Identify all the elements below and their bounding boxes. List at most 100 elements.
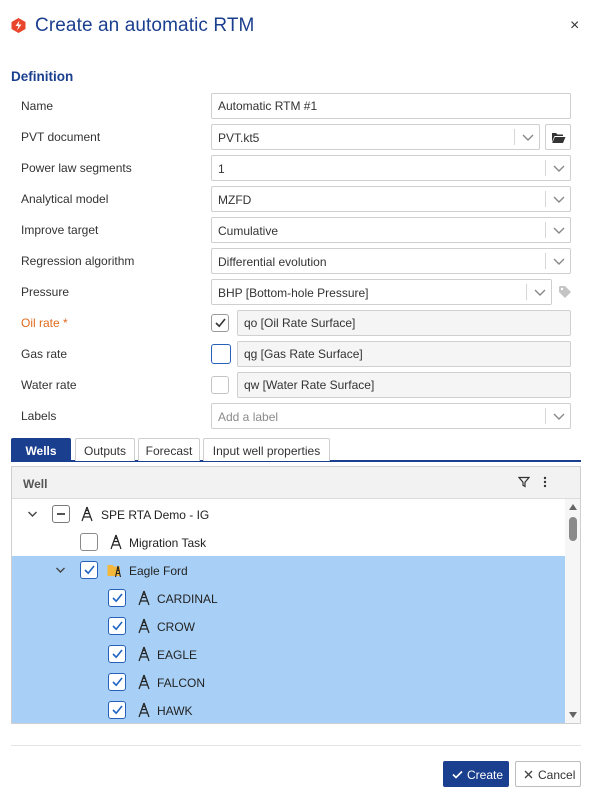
scroll-down-arrow-icon[interactable] [569, 712, 577, 718]
pressure-value: BHP [Bottom-hole Pressure] [218, 286, 369, 300]
checkmark-icon [112, 705, 123, 715]
tree-row-folder[interactable]: Eagle Ford [12, 556, 565, 584]
grid-scrollbar[interactable] [565, 499, 580, 723]
tree-row-project[interactable]: SPE RTA Demo - IG [12, 500, 565, 528]
name-input[interactable]: Automatic RTM #1 [211, 93, 571, 119]
pressure-label: Pressure [21, 285, 70, 299]
oil-rate-field[interactable]: qo [Oil Rate Surface] [237, 310, 571, 336]
tree-checkbox[interactable] [80, 533, 98, 551]
water-rate-label: Water rate [21, 378, 77, 392]
chevron-down-icon [534, 289, 546, 296]
tree-checkbox-checked[interactable] [108, 589, 126, 607]
checkmark-icon [215, 318, 226, 328]
tree-row-well[interactable]: FALCON [12, 668, 565, 696]
checkmark-icon [112, 649, 123, 659]
open-folder-button[interactable] [545, 124, 571, 150]
grid-header: Well [12, 467, 580, 499]
tree-checkbox-checked[interactable] [108, 645, 126, 663]
tree-row-well[interactable]: EAGLE [12, 640, 565, 668]
close-icon [524, 770, 533, 779]
row-regression-algorithm: Regression algorithm Differential evolut… [0, 248, 591, 274]
tree-label: CROW [157, 620, 195, 634]
labels-select[interactable]: Add a label [211, 403, 571, 429]
combo-separator [545, 160, 546, 176]
checkmark-icon [112, 593, 123, 603]
row-gas-rate: Gas rate qg [Gas Rate Surface] [0, 341, 591, 367]
improve-target-value: Cumulative [218, 224, 279, 238]
water-rate-field[interactable]: qw [Water Rate Surface] [237, 372, 571, 398]
tree-label: Eagle Ford [129, 564, 188, 578]
oil-rate-checkbox[interactable] [211, 314, 229, 332]
combo-separator [514, 129, 515, 145]
combo-separator [545, 408, 546, 424]
indeterminate-mark [57, 513, 65, 515]
well-icon [110, 534, 122, 550]
chevron-down-icon[interactable] [27, 509, 38, 519]
chevron-down-icon [553, 227, 565, 234]
pvt-document-value: PVT.kt5 [218, 131, 260, 145]
column-header-well[interactable]: Well [23, 477, 47, 491]
well-icon [81, 506, 93, 522]
well-icon [138, 674, 150, 690]
create-button[interactable]: Create [443, 761, 509, 787]
name-label: Name [21, 99, 54, 113]
tree-row-well[interactable]: CARDINAL [12, 584, 565, 612]
tree-checkbox-checked[interactable] [108, 701, 126, 719]
row-name: Name Automatic RTM #1 [0, 93, 591, 119]
filter-icon[interactable] [518, 476, 530, 488]
tree-checkbox-indeterminate[interactable] [52, 505, 70, 523]
combo-separator [545, 253, 546, 269]
pvt-document-select[interactable]: PVT.kt5 [211, 124, 540, 150]
tab-input-well-properties[interactable]: Input well properties [203, 438, 330, 461]
tree-label: FALCON [157, 676, 206, 690]
scroll-thumb[interactable] [569, 517, 577, 541]
tag-icon[interactable] [558, 285, 572, 299]
row-labels: Labels Add a label [0, 403, 591, 429]
tree-label: SPE RTA Demo - IG [101, 508, 210, 522]
chevron-down-icon[interactable] [55, 565, 66, 575]
tab-forecast[interactable]: Forecast [138, 438, 200, 461]
tree-label: EAGLE [157, 648, 198, 662]
more-vertical-icon[interactable] [540, 475, 550, 489]
checkmark-icon [112, 621, 123, 631]
tree-checkbox-checked[interactable] [108, 617, 126, 635]
tab-bar: Wells Outputs Forecast Input well proper… [11, 438, 581, 462]
power-law-segments-label: Power law segments [21, 161, 132, 175]
cancel-button[interactable]: Cancel [515, 761, 581, 787]
tree-row-well[interactable]: CROW [12, 612, 565, 640]
well-icon [138, 702, 150, 718]
combo-separator [545, 222, 546, 238]
power-law-segments-value: 1 [218, 162, 225, 176]
regression-algorithm-select[interactable]: Differential evolution [211, 248, 571, 274]
tab-wells[interactable]: Wells [11, 438, 71, 461]
row-power-law-segments: Power law segments 1 [0, 155, 591, 181]
tree-row-well[interactable]: HAWK [12, 696, 565, 723]
well-icon [138, 618, 150, 634]
well-icon [138, 646, 150, 662]
scroll-up-arrow-icon[interactable] [569, 504, 577, 510]
checkmark-icon [84, 565, 95, 575]
improve-target-select[interactable]: Cumulative [211, 217, 571, 243]
tab-outputs[interactable]: Outputs [75, 438, 135, 461]
analytical-model-label: Analytical model [21, 192, 109, 206]
pressure-select[interactable]: BHP [Bottom-hole Pressure] [211, 279, 552, 305]
tree-label: Migration Task [129, 536, 207, 550]
wells-grid: Well SPE RTA Demo - IG Migration Task Ea… [11, 466, 581, 724]
ke-logo-icon [11, 18, 26, 33]
gas-rate-checkbox[interactable] [211, 344, 231, 364]
tree-label: HAWK [157, 704, 193, 718]
chevron-down-icon [553, 413, 565, 420]
row-oil-rate: Oil rate * qo [Oil Rate Surface] [0, 310, 591, 336]
analytical-model-select[interactable]: MZFD [211, 186, 571, 212]
tree-checkbox-checked[interactable] [108, 673, 126, 691]
gas-rate-field[interactable]: qg [Gas Rate Surface] [237, 341, 571, 367]
well-icon [138, 590, 150, 606]
well-folder-icon [107, 565, 122, 578]
tree-row-well[interactable]: Migration Task [12, 528, 565, 556]
water-rate-checkbox[interactable] [211, 376, 229, 394]
tree-checkbox-checked[interactable] [80, 561, 98, 579]
close-icon[interactable]: × [570, 17, 579, 35]
power-law-segments-select[interactable]: 1 [211, 155, 571, 181]
chevron-down-icon [522, 134, 534, 141]
footer-divider [11, 745, 581, 746]
